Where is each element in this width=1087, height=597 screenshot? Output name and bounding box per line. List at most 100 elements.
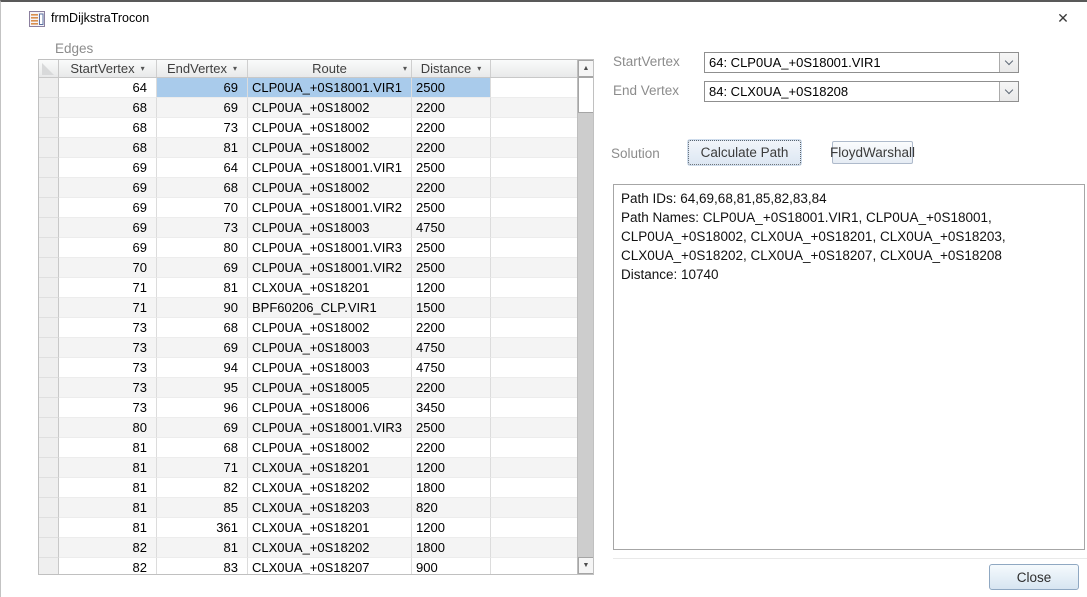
scrollbar-thumb[interactable]: [578, 77, 593, 113]
row-selector[interactable]: [39, 558, 59, 574]
cell-startvertex[interactable]: 70: [59, 258, 157, 278]
cell-distance[interactable]: 1800: [412, 538, 491, 558]
row-selector[interactable]: [39, 518, 59, 538]
cell-startvertex[interactable]: 69: [59, 178, 157, 198]
cell-distance[interactable]: 2200: [412, 318, 491, 338]
cell-endvertex[interactable]: 69: [157, 338, 248, 358]
filter-arrow-icon[interactable]: ▾: [141, 64, 145, 73]
cell-route[interactable]: CLX0UA_+0S18202: [248, 538, 412, 558]
table-row[interactable]: 81 68 CLP0UA_+0S18002 2200: [39, 438, 579, 458]
row-selector[interactable]: [39, 98, 59, 118]
cell-endvertex[interactable]: 69: [157, 78, 248, 98]
cell-route[interactable]: CLP0UA_+0S18002: [248, 318, 412, 338]
close-button[interactable]: Close: [989, 564, 1079, 590]
cell-endvertex[interactable]: 90: [157, 298, 248, 318]
cell-route[interactable]: CLX0UA_+0S18207: [248, 558, 412, 574]
cell-route[interactable]: CLP0UA_+0S18001.VIR1: [248, 158, 412, 178]
cell-distance[interactable]: 2500: [412, 198, 491, 218]
column-header-startvertex[interactable]: StartVertex ▾: [59, 60, 157, 77]
cell-route[interactable]: CLP0UA_+0S18002: [248, 138, 412, 158]
cell-distance[interactable]: 2500: [412, 78, 491, 98]
table-row[interactable]: 68 81 CLP0UA_+0S18002 2200: [39, 138, 579, 158]
row-selector[interactable]: [39, 318, 59, 338]
cell-distance[interactable]: 820: [412, 498, 491, 518]
cell-endvertex[interactable]: 85: [157, 498, 248, 518]
cell-distance[interactable]: 1200: [412, 278, 491, 298]
cell-endvertex[interactable]: 68: [157, 178, 248, 198]
cell-distance[interactable]: 2200: [412, 378, 491, 398]
end-vertex-value[interactable]: 84: CLX0UA_+0S18208: [705, 82, 999, 101]
cell-startvertex[interactable]: 81: [59, 438, 157, 458]
row-selector[interactable]: [39, 138, 59, 158]
cell-route[interactable]: CLX0UA_+0S18203: [248, 498, 412, 518]
row-selector[interactable]: [39, 158, 59, 178]
cell-distance[interactable]: 1200: [412, 518, 491, 538]
row-selector[interactable]: [39, 218, 59, 238]
cell-route[interactable]: CLX0UA_+0S18201: [248, 518, 412, 538]
table-row[interactable]: 73 68 CLP0UA_+0S18002 2200: [39, 318, 579, 338]
table-row[interactable]: 73 95 CLP0UA_+0S18005 2200: [39, 378, 579, 398]
cell-endvertex[interactable]: 69: [157, 258, 248, 278]
table-row[interactable]: 80 69 CLP0UA_+0S18001.VIR3 2500: [39, 418, 579, 438]
cell-startvertex[interactable]: 81: [59, 458, 157, 478]
table-row[interactable]: 73 69 CLP0UA_+0S18003 4750: [39, 338, 579, 358]
table-row[interactable]: 82 83 CLX0UA_+0S18207 900: [39, 558, 579, 574]
cell-startvertex[interactable]: 69: [59, 158, 157, 178]
cell-route[interactable]: CLP0UA_+0S18002: [248, 438, 412, 458]
cell-startvertex[interactable]: 73: [59, 318, 157, 338]
table-row[interactable]: 73 94 CLP0UA_+0S18003 4750: [39, 358, 579, 378]
cell-startvertex[interactable]: 64: [59, 78, 157, 98]
cell-route[interactable]: CLX0UA_+0S18201: [248, 458, 412, 478]
table-row[interactable]: 73 96 CLP0UA_+0S18006 3450: [39, 398, 579, 418]
row-selector[interactable]: [39, 538, 59, 558]
cell-endvertex[interactable]: 69: [157, 418, 248, 438]
table-row[interactable]: 81 85 CLX0UA_+0S18203 820: [39, 498, 579, 518]
row-selector[interactable]: [39, 378, 59, 398]
row-selector[interactable]: [39, 258, 59, 278]
cell-endvertex[interactable]: 70: [157, 198, 248, 218]
row-selector[interactable]: [39, 298, 59, 318]
cell-startvertex[interactable]: 68: [59, 138, 157, 158]
table-row[interactable]: 81 361 CLX0UA_+0S18201 1200: [39, 518, 579, 538]
cell-endvertex[interactable]: 71: [157, 458, 248, 478]
cell-route[interactable]: CLP0UA_+0S18002: [248, 118, 412, 138]
row-selector[interactable]: [39, 118, 59, 138]
cell-distance[interactable]: 2200: [412, 438, 491, 458]
row-selector[interactable]: [39, 198, 59, 218]
cell-distance[interactable]: 2200: [412, 138, 491, 158]
scroll-up-button[interactable]: ▲: [578, 60, 593, 77]
solution-textbox[interactable]: Path IDs: 64,69,68,81,85,82,83,84 Path N…: [613, 184, 1085, 550]
cell-route[interactable]: CLP0UA_+0S18003: [248, 358, 412, 378]
cell-endvertex[interactable]: 82: [157, 478, 248, 498]
cell-distance[interactable]: 1800: [412, 478, 491, 498]
cell-endvertex[interactable]: 73: [157, 118, 248, 138]
row-selector[interactable]: [39, 238, 59, 258]
cell-startvertex[interactable]: 71: [59, 298, 157, 318]
table-row[interactable]: 69 73 CLP0UA_+0S18003 4750: [39, 218, 579, 238]
cell-endvertex[interactable]: 69: [157, 98, 248, 118]
cell-distance[interactable]: 2500: [412, 418, 491, 438]
cell-distance[interactable]: 4750: [412, 358, 491, 378]
cell-route[interactable]: CLP0UA_+0S18001.VIR1: [248, 78, 412, 98]
cell-startvertex[interactable]: 69: [59, 238, 157, 258]
cell-distance[interactable]: 2200: [412, 178, 491, 198]
cell-route[interactable]: CLP0UA_+0S18001.VIR2: [248, 198, 412, 218]
cell-startvertex[interactable]: 81: [59, 478, 157, 498]
cell-endvertex[interactable]: 68: [157, 318, 248, 338]
table-row[interactable]: 81 71 CLX0UA_+0S18201 1200: [39, 458, 579, 478]
filter-arrow-icon[interactable]: ▾: [403, 64, 407, 73]
table-row[interactable]: 82 81 CLX0UA_+0S18202 1800: [39, 538, 579, 558]
cell-distance[interactable]: 4750: [412, 338, 491, 358]
cell-startvertex[interactable]: 71: [59, 278, 157, 298]
cell-route[interactable]: CLP0UA_+0S18001.VIR2: [248, 258, 412, 278]
table-row[interactable]: 71 81 CLX0UA_+0S18201 1200: [39, 278, 579, 298]
cell-distance[interactable]: 1200: [412, 458, 491, 478]
cell-route[interactable]: CLP0UA_+0S18002: [248, 178, 412, 198]
row-selector[interactable]: [39, 478, 59, 498]
scroll-down-button[interactable]: ▼: [578, 557, 593, 574]
cell-route[interactable]: CLX0UA_+0S18202: [248, 478, 412, 498]
cell-route[interactable]: CLP0UA_+0S18006: [248, 398, 412, 418]
cell-endvertex[interactable]: 95: [157, 378, 248, 398]
cell-startvertex[interactable]: 73: [59, 378, 157, 398]
table-row[interactable]: 69 68 CLP0UA_+0S18002 2200: [39, 178, 579, 198]
